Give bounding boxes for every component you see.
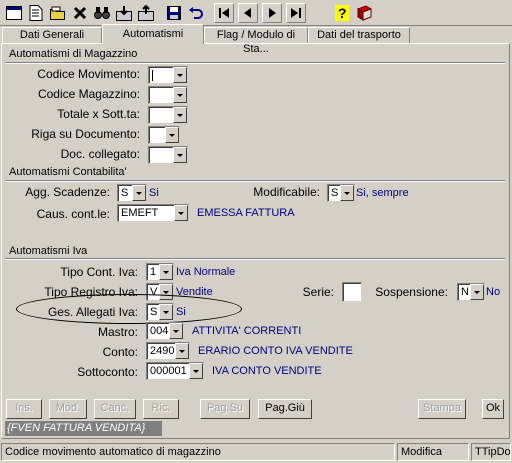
caus-combo[interactable]: EMEFT xyxy=(117,204,189,222)
previous-record-icon[interactable] xyxy=(238,3,258,23)
chevron-down-icon[interactable] xyxy=(173,67,187,83)
sottoconto-label: Sottoconto: xyxy=(77,365,138,379)
doc-collegato-label: Doc. collegato: xyxy=(60,147,140,161)
status-field: TTipDoc xyxy=(471,443,511,461)
import-icon[interactable] xyxy=(114,3,134,23)
text-cursor xyxy=(152,70,153,81)
chevron-down-icon[interactable] xyxy=(169,323,183,339)
codice-movimento-label: Codice Movimento: xyxy=(37,67,140,81)
svg-text:?: ? xyxy=(338,5,347,21)
record-caption: {FVEN FATTURA VENDITA} xyxy=(5,421,162,436)
canc-button[interactable]: Canc. xyxy=(94,399,136,419)
first-record-icon[interactable] xyxy=(214,3,234,23)
conto-combo[interactable]: 2490 xyxy=(146,342,190,360)
modificabile-combo[interactable]: S xyxy=(327,184,355,202)
tab-dati-generali[interactable]: Dati Generali xyxy=(2,27,102,43)
delete-icon[interactable] xyxy=(70,3,90,23)
binoculars-icon[interactable] xyxy=(92,3,112,23)
chevron-down-icon[interactable] xyxy=(174,205,188,221)
modificabile-label: Modificabile: xyxy=(253,185,320,199)
sottoconto-desc: IVA CONTO VENDITE xyxy=(212,365,322,377)
chevron-down-icon[interactable] xyxy=(175,343,189,359)
pag-giu-button[interactable]: Pag.Giù xyxy=(258,399,312,419)
mastro-combo[interactable]: 004 xyxy=(146,322,184,340)
sospensione-combo[interactable]: N xyxy=(457,283,485,301)
ges-allegati-combo[interactable]: S xyxy=(146,303,174,321)
doc-collegato-combo[interactable] xyxy=(148,146,188,164)
tab-panel xyxy=(1,43,510,439)
totale-label: Totale x Sott.ta: xyxy=(57,107,140,121)
open-folder-icon[interactable] xyxy=(48,3,68,23)
help-icon[interactable]: ? xyxy=(332,3,352,23)
section-title-iva: Automatismi Iva xyxy=(9,245,88,257)
agg-scadenze-desc: Si xyxy=(149,187,159,199)
riga-combo[interactable] xyxy=(148,126,180,144)
tab-dati-trasporto[interactable]: Dati del trasporto xyxy=(308,27,410,43)
export-icon[interactable] xyxy=(136,3,156,23)
sospensione-desc: No xyxy=(486,286,501,298)
chevron-down-icon[interactable] xyxy=(165,127,179,143)
conto-desc: ERARIO CONTO IVA VENDITE xyxy=(198,345,353,357)
chevron-down-icon[interactable] xyxy=(159,264,173,280)
divider xyxy=(5,62,505,64)
sottoconto-combo[interactable]: 000001 xyxy=(146,362,204,380)
serie-label: Serie: xyxy=(302,285,334,299)
status-mode: Modifica xyxy=(397,443,469,461)
divider xyxy=(5,180,505,182)
status-message: Codice movimento automatico di magazzino xyxy=(1,443,395,461)
stampa-button[interactable]: Stampa xyxy=(418,399,466,419)
chevron-down-icon[interactable] xyxy=(189,363,203,379)
codice-magazzino-label: Codice Magazzino: xyxy=(37,87,140,101)
next-record-icon[interactable] xyxy=(262,3,282,23)
ges-allegati-label: Ges. Allegati Iva: xyxy=(47,305,138,319)
chevron-down-icon[interactable] xyxy=(132,185,146,201)
new-document-icon[interactable] xyxy=(26,3,46,23)
ric-button[interactable]: Ric. xyxy=(143,399,179,419)
mastro-desc: ATTIVITA' CORRENTI xyxy=(192,325,302,337)
ok-button[interactable]: Ok xyxy=(482,399,504,419)
window-icon[interactable] xyxy=(4,3,24,23)
divider xyxy=(5,258,505,260)
ges-allegati-desc: Si xyxy=(176,306,186,318)
agg-scadenze-label: Agg. Scadenze: xyxy=(25,185,110,199)
agg-scadenze-combo[interactable]: S xyxy=(117,184,147,202)
sospensione-label: Sospensione: xyxy=(375,285,448,299)
totale-combo[interactable] xyxy=(148,106,188,124)
tab-flag-modulo[interactable]: Flag / Modulo di Sta... xyxy=(204,27,308,55)
toolbar: ? xyxy=(0,0,512,26)
chevron-down-icon[interactable] xyxy=(173,87,187,103)
tipo-cont-iva-desc: Iva Normale xyxy=(176,266,236,278)
book-icon[interactable] xyxy=(354,3,374,23)
chevron-down-icon[interactable] xyxy=(159,304,173,320)
mod-button[interactable]: Mod. xyxy=(49,399,87,419)
serie-field[interactable] xyxy=(342,282,362,302)
last-record-icon[interactable] xyxy=(286,3,306,23)
riga-label: Riga su Documento: xyxy=(31,127,140,141)
chevron-down-icon[interactable] xyxy=(173,107,187,123)
conto-label: Conto: xyxy=(102,345,138,359)
codice-movimento-combo[interactable] xyxy=(148,66,188,84)
section-title-magazzino: Automatismi di Magazzino xyxy=(9,48,138,60)
chevron-down-icon[interactable] xyxy=(470,284,484,300)
save-icon[interactable] xyxy=(164,3,184,23)
tab-automatismi[interactable]: Automatismi xyxy=(102,24,204,44)
modificabile-desc: Si, sempre xyxy=(356,187,409,199)
pag-su-button[interactable]: Pag.Su xyxy=(200,399,250,419)
caus-label: Caus. cont.le: xyxy=(36,207,110,221)
ins-button[interactable]: Ins. xyxy=(6,399,42,419)
tipo-cont-iva-label: Tipo Cont. Iva: xyxy=(60,265,138,279)
codice-magazzino-combo[interactable] xyxy=(148,86,188,104)
section-title-contabilita: Automatismi Contabilita' xyxy=(9,166,127,178)
tipo-cont-iva-combo[interactable]: 1 xyxy=(146,263,174,281)
chevron-down-icon[interactable] xyxy=(173,147,187,163)
chevron-down-icon[interactable] xyxy=(340,185,354,201)
caus-desc: EMESSA FATTURA xyxy=(197,207,295,219)
mastro-label: Mastro: xyxy=(97,325,138,339)
undo-icon[interactable] xyxy=(186,3,206,23)
